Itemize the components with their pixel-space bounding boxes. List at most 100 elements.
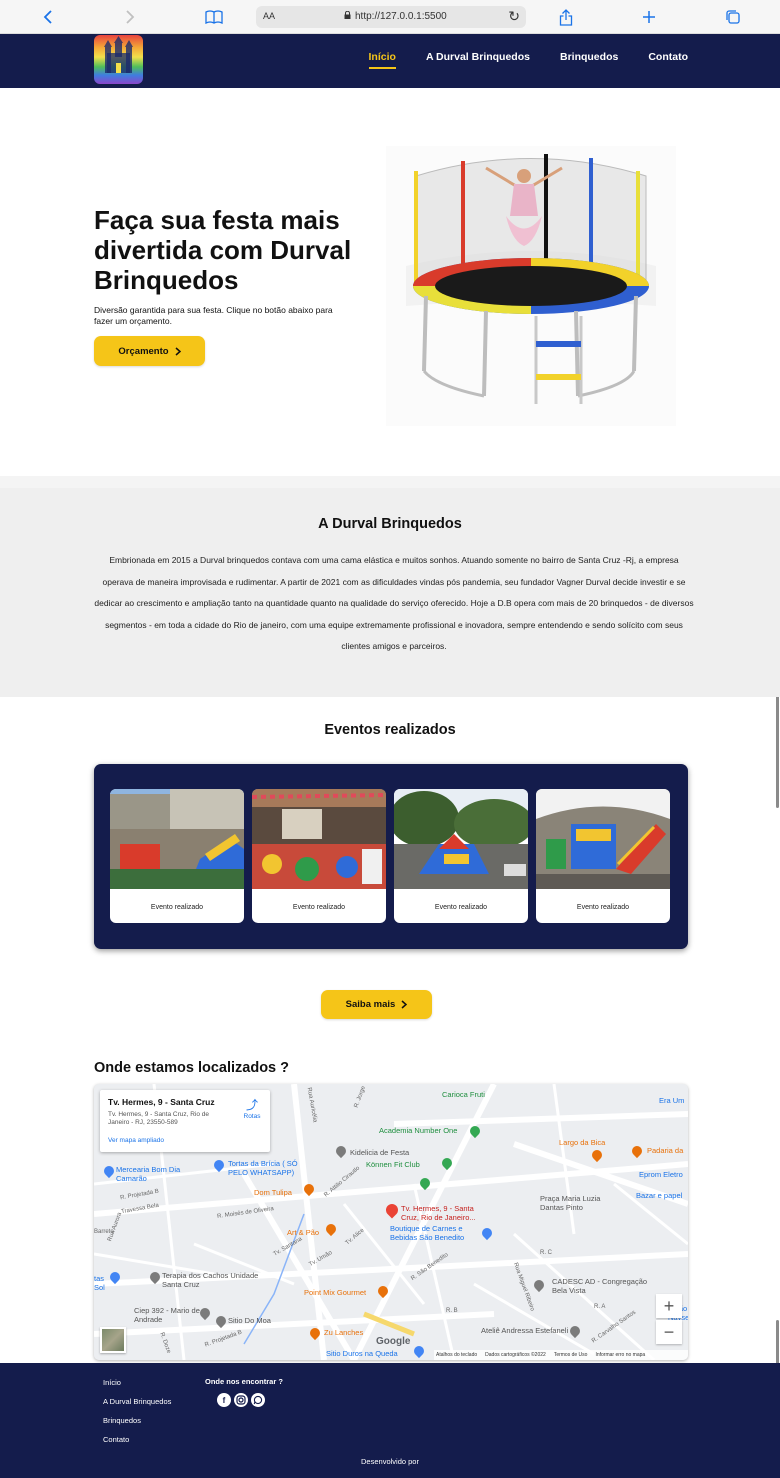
map-attribution: Atalhos do teclado Dados cartográficos ©… <box>434 1350 688 1360</box>
site-header: Início A Durval Brinquedos Brinquedos Co… <box>0 34 780 88</box>
event-caption: Evento realizado <box>576 904 630 911</box>
map-place: Carioca Fruti <box>442 1090 485 1099</box>
map-place: Largo da Bica <box>559 1138 606 1147</box>
map-place: Ateliê Andressa Estefaneli <box>481 1326 569 1335</box>
learn-more-button[interactable]: Saiba mais <box>321 990 432 1019</box>
event-caption: Evento realizado <box>434 904 488 911</box>
directions-label: Rotas <box>243 1113 261 1120</box>
about-title: A Durval Brinquedos <box>318 516 462 532</box>
chevron-right-icon <box>401 1000 408 1009</box>
map-place: Zu Lanches <box>324 1328 364 1337</box>
nav-item-contact[interactable]: Contato <box>648 51 688 69</box>
quote-button[interactable]: Orçamento <box>94 336 205 366</box>
facebook-icon[interactable]: f <box>217 1393 231 1407</box>
event-card[interactable]: Evento realizado <box>252 789 386 923</box>
map-place: Mercearia Bom Dia Camarão <box>116 1165 181 1183</box>
hero-subtitle: Diversão garantida para sua festa. Cliqu… <box>94 305 333 326</box>
nav-item-inicio[interactable]: Início <box>368 51 397 69</box>
map-data-credit: Dados cartográficos ©2022 <box>485 1352 546 1358</box>
event-photo <box>252 789 386 889</box>
developed-by: Desenvolvido por <box>361 1457 419 1466</box>
map-report-link[interactable]: Informar erro no mapa <box>595 1352 645 1358</box>
map-place: Eprom Eletro <box>639 1170 683 1179</box>
reload-icon[interactable]: ↻ <box>508 8 520 25</box>
map-place: Academia Number One <box>379 1126 458 1135</box>
map-place: Era Um <box>659 1096 685 1105</box>
events-title: Eventos realizados <box>324 722 456 738</box>
map-terms-link[interactable]: Termos de Uso <box>554 1352 588 1358</box>
quote-button-label: Orçamento <box>118 345 169 357</box>
events-panel: Evento realizado Evento realizado Evento <box>94 764 688 949</box>
share-icon[interactable] <box>555 7 577 27</box>
street-label: Barreto <box>94 1229 114 1235</box>
forward-icon[interactable] <box>119 7 141 27</box>
map-place-title: Tv. Hermes, 9 - Santa Cruz <box>108 1097 215 1107</box>
nav-item-about[interactable]: A Durval Brinquedos <box>426 51 530 69</box>
map-place: tas Sol <box>94 1274 105 1292</box>
map-place: Sitio Duros na Queda <box>326 1349 398 1358</box>
map-place: Praça Maria Luzia Dantas Pinto <box>540 1194 601 1212</box>
map-place: Art & Pão <box>287 1228 320 1237</box>
map-place: Point Mix Gourmet <box>304 1288 367 1297</box>
footer-link-contact[interactable]: Contato <box>103 1435 171 1444</box>
map-place: Kidelicia de Festa <box>350 1148 410 1157</box>
trampoline-image <box>386 146 676 426</box>
event-caption: Evento realizado <box>150 904 204 911</box>
lock-icon <box>344 11 351 19</box>
browser-toolbar: AA http://127.0.0.1:5500 ↻ <box>0 0 780 34</box>
map-place: Sitio Do Moa <box>228 1316 271 1325</box>
hero-title: Faça sua festa mais divertida com Durval… <box>94 205 352 295</box>
footer-link-about[interactable]: A Durval Brinquedos <box>103 1397 171 1406</box>
map-place: Bazar e papel <box>636 1191 683 1200</box>
footer-link-toys[interactable]: Brinquedos <box>103 1416 171 1425</box>
map-place: Können Fit Club <box>366 1160 420 1169</box>
event-caption: Evento realizado <box>292 904 346 911</box>
google-logo: Google <box>376 1336 411 1347</box>
map-place: Tortas da Brícia ( SÓ PELO WHATSAPP) <box>228 1159 298 1177</box>
map-place: Boutique de Carnes e Bebidas São Benedit… <box>390 1224 465 1242</box>
event-photo <box>536 789 670 889</box>
tabs-overview-icon[interactable] <box>722 7 744 27</box>
directions-button[interactable]: ⤴ Rotas <box>240 1096 264 1120</box>
about-text: Embrionada em 2015 a Durval brinquedos c… <box>94 555 694 651</box>
main-nav: Início A Durval Brinquedos Brinquedos Co… <box>368 51 688 69</box>
embedded-map[interactable]: Tv. Hermes, 9 - Santa Cruz Tv. Hermes, 9… <box>94 1084 688 1360</box>
text-size-button[interactable]: AA <box>263 11 275 21</box>
map-place: Ciep 392 - Mario de Andrade <box>134 1306 200 1324</box>
castle-logo-icon <box>104 36 133 73</box>
instagram-icon[interactable] <box>234 1393 248 1407</box>
back-icon[interactable] <box>37 7 59 27</box>
street-label: R. B <box>446 1308 458 1314</box>
event-card[interactable]: Evento realizado <box>536 789 670 923</box>
directions-icon: ⤴ <box>245 1098 258 1112</box>
social-links: f <box>217 1393 265 1407</box>
map-place: CADESC AD - Congregação Bela Vista <box>552 1277 648 1295</box>
map-place-card: Tv. Hermes, 9 - Santa Cruz Tv. Hermes, 9… <box>100 1090 270 1152</box>
event-card[interactable]: Evento realizado <box>110 789 244 923</box>
event-photo <box>394 789 528 889</box>
map-place: Padaria da <box>647 1146 684 1155</box>
footer-find-us: Onde nos encontrar ? <box>205 1377 283 1386</box>
location-title: Onde estamos localizados ? <box>94 1060 289 1076</box>
map-enlarge-link[interactable]: Ver mapa ampliado <box>108 1137 164 1144</box>
new-tab-icon[interactable] <box>638 7 660 27</box>
logo[interactable] <box>94 35 143 84</box>
bookmarks-icon[interactable] <box>203 7 225 27</box>
site-footer: Início A Durval Brinquedos Brinquedos Co… <box>0 1363 780 1478</box>
event-photo <box>110 789 244 889</box>
map-place: Terapia dos Cachos Unidade Santa Cruz <box>162 1271 259 1289</box>
map-keyboard-shortcuts[interactable]: Atalhos do teclado <box>436 1352 477 1358</box>
map-place-address: Tv. Hermes, 9 - Santa Cruz, Rio de Janei… <box>108 1111 210 1126</box>
footer-nav: Início A Durval Brinquedos Brinquedos Co… <box>103 1378 171 1444</box>
event-card[interactable]: Evento realizado <box>394 789 528 923</box>
footer-link-inicio[interactable]: Início <box>103 1378 171 1387</box>
learn-more-label: Saiba mais <box>345 999 396 1010</box>
nav-item-toys[interactable]: Brinquedos <box>560 51 618 69</box>
whatsapp-icon[interactable] <box>251 1393 265 1407</box>
zoom-out-button[interactable]: − <box>656 1320 682 1344</box>
hero-section: Faça sua festa mais divertida com Durval… <box>0 88 780 476</box>
zoom-in-button[interactable]: + <box>656 1294 682 1318</box>
address-bar[interactable]: AA http://127.0.0.1:5500 ↻ <box>256 6 526 28</box>
url-text: http://127.0.0.1:5500 <box>355 11 447 22</box>
satellite-toggle[interactable] <box>100 1327 126 1353</box>
